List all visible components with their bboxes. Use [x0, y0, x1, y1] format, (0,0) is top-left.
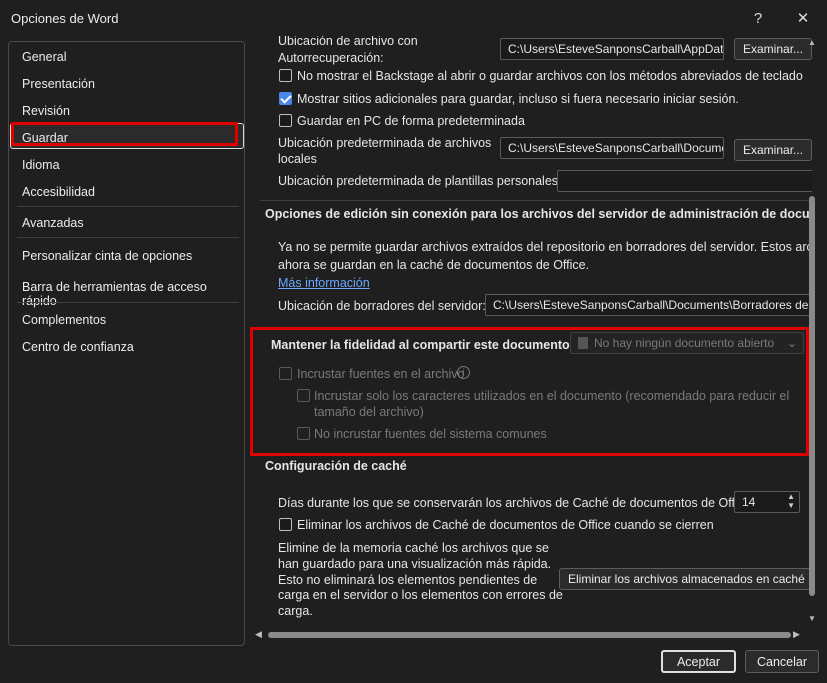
delete-cached-files-button[interactable]: Eliminar los archivos almacenados en cac… [559, 568, 812, 590]
cache-description-4: carga en el servidor o los elementos con… [278, 588, 563, 602]
sidebar-item-barra-acceso-rapido[interactable]: Barra de herramientas de acceso rápido [22, 280, 244, 308]
help-button[interactable]: ? [740, 4, 776, 32]
title-bar [0, 0, 827, 36]
cache-days-spinner[interactable]: 14 ▲ ▼ [734, 491, 800, 513]
delete-on-close-checkbox[interactable] [279, 518, 292, 531]
cache-description-3: Esto no eliminará los elementos pendient… [278, 573, 538, 587]
sidebar-item-personalizar-cinta[interactable]: Personalizar cinta de opciones [22, 249, 192, 263]
close-button[interactable]: ✕ [785, 4, 821, 32]
templates-path-input[interactable] [557, 170, 812, 192]
window-title: Opciones de Word [11, 11, 119, 26]
ok-button[interactable]: Aceptar [661, 650, 736, 673]
sidebar-item-general[interactable]: General [22, 50, 66, 64]
vertical-scrollbar[interactable]: ▲ ▼ [807, 36, 819, 628]
sidebar-divider [17, 206, 239, 207]
offline-heading: Opciones de edición sin conexión para lo… [265, 207, 812, 221]
drafts-path-input[interactable]: C:\Users\EsteveSanponsCarball\Documents\… [485, 294, 812, 316]
sidebar-item-avanzadas[interactable]: Avanzadas [22, 216, 84, 230]
browse-default-local-button[interactable]: Examinar... [734, 139, 812, 161]
sidebar-item-presentacion[interactable]: Presentación [22, 77, 95, 91]
cache-description: Elimine de la memoria caché los archivos… [278, 541, 549, 555]
cache-days-label: Días durante los que se conservarán los … [278, 496, 755, 510]
templates-label: Ubicación predeterminada de plantillas p… [278, 174, 562, 188]
scroll-left-icon[interactable]: ◀ [255, 629, 262, 640]
spinner-arrows-icon: ▲ ▼ [787, 492, 795, 510]
autorecover-path-input[interactable]: C:\Users\EsteveSanponsCarball\AppData [500, 38, 724, 60]
close-icon: ✕ [796, 10, 810, 27]
save-pc-default-label: Guardar en PC de forma predeterminada [297, 114, 525, 128]
cache-description-2: han guardado para una visualización más … [278, 557, 552, 571]
sidebar-item-centro-confianza[interactable]: Centro de confianza [22, 340, 134, 354]
default-local-label-2: locales [278, 152, 317, 166]
cancel-button[interactable]: Cancelar [745, 650, 819, 673]
cache-heading: Configuración de caché [265, 459, 407, 473]
drafts-label: Ubicación de borradores del servidor: [278, 299, 486, 313]
cache-days-value: 14 [742, 495, 756, 509]
scroll-down-icon[interactable]: ▼ [808, 614, 816, 623]
section-divider [260, 200, 812, 201]
fidelity-highlight-box [250, 327, 809, 456]
sidebar-item-idioma[interactable]: Idioma [22, 158, 60, 172]
sidebar-item-revision[interactable]: Revisión [22, 104, 70, 118]
horizontal-scroll-thumb[interactable] [268, 632, 791, 638]
autorecover-label-2: Autorrecuperación: [278, 51, 384, 65]
show-more-places-label: Mostrar sitios adicionales para guardar,… [297, 92, 739, 106]
browse-autorecover-button[interactable]: Examinar... [734, 38, 812, 60]
scroll-right-icon[interactable]: ▶ [793, 629, 800, 640]
no-backstage-checkbox[interactable] [279, 69, 292, 82]
offline-description: Ya no se permite guardar archivos extraí… [278, 240, 812, 254]
show-more-places-checkbox[interactable] [279, 92, 292, 105]
scroll-up-icon[interactable]: ▲ [808, 38, 816, 47]
more-info-link[interactable]: Más información [278, 276, 370, 290]
sidebar-item-complementos[interactable]: Complementos [22, 313, 106, 327]
sidebar-item-accesibilidad[interactable]: Accesibilidad [22, 185, 95, 199]
save-pc-default-checkbox[interactable] [279, 114, 292, 127]
default-local-path-input[interactable]: C:\Users\EsteveSanponsCarball\Documents [500, 137, 724, 159]
delete-on-close-label: Eliminar los archivos de Caché de docume… [297, 518, 714, 532]
cache-description-5: carga. [278, 604, 313, 618]
default-local-label: Ubicación predeterminada de archivos [278, 136, 492, 150]
vertical-scroll-thumb[interactable] [809, 196, 815, 596]
sidebar-divider [17, 302, 239, 303]
autorecover-label: Ubicación de archivo con [278, 36, 418, 48]
offline-description-2: ahora se guardan en la caché de document… [278, 258, 590, 272]
horizontal-scrollbar[interactable]: ◀ ▶ [252, 628, 807, 642]
sidebar-highlight-box [11, 122, 238, 146]
help-icon: ? [753, 9, 763, 27]
sidebar-divider [17, 237, 239, 238]
no-backstage-label: No mostrar el Backstage al abrir o guard… [297, 69, 803, 83]
